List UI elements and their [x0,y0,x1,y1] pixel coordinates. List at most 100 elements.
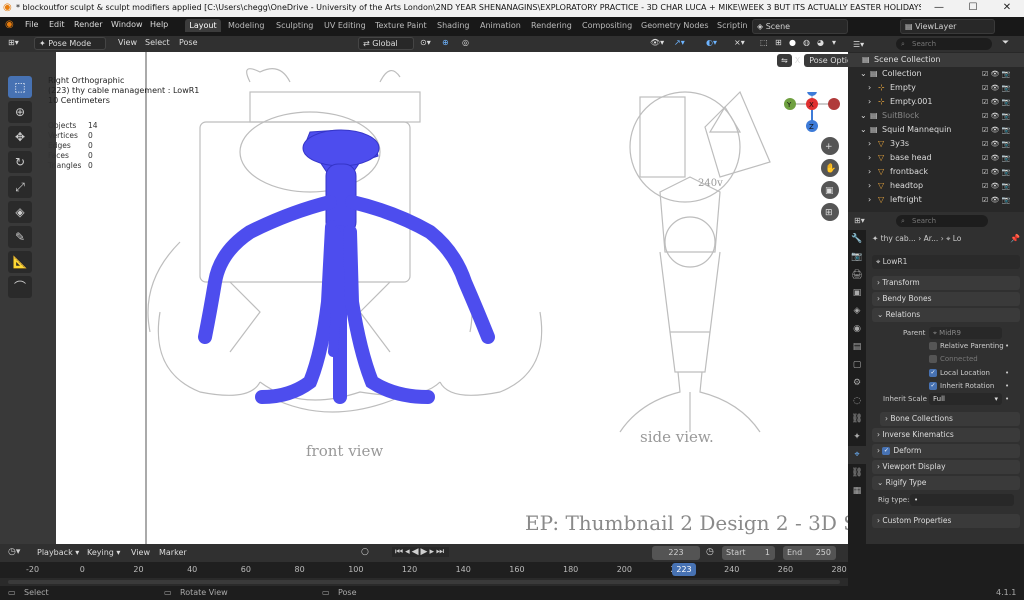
timeline-menu-view[interactable]: View [131,548,150,557]
menu-edit[interactable]: Edit [49,20,65,29]
visibility-toggles-icon[interactable]: ☑ 👁 📷 [982,109,1010,123]
transform-orientation-dropdown[interactable]: ⇄ Global [358,37,414,50]
panel-transform[interactable]: › Transform [872,276,1020,290]
3d-viewport[interactable]: front view side view. EP: Thumbnail 2 De… [0,52,848,544]
measure-tool-icon[interactable]: 📐 [8,251,32,273]
modifiers-tab-icon[interactable]: ⚙ [848,374,866,392]
grid-shading-icon[interactable]: ⊞ [775,38,782,47]
menu-render[interactable]: Render [74,20,102,29]
expand-chevron-icon[interactable]: › [868,137,871,151]
panel-custom-properties[interactable]: › Custom Properties [872,514,1020,528]
expand-chevron-icon[interactable]: › [868,151,871,165]
properties-search-input[interactable]: ⌕ Search [896,215,988,227]
tab-layout[interactable]: Layout [185,19,221,32]
outliner-item[interactable]: ⌄ ▤ Collection ☑ 👁 📷 [848,67,1024,81]
playhead[interactable]: 223 [672,563,696,576]
viewport-menu-view[interactable]: View [118,38,137,47]
outliner-item[interactable]: › ⊹ Empty ☑ 👁 📷 [848,81,1024,95]
menu-help[interactable]: Help [150,20,168,29]
keyframe-dot-icon[interactable]: • [1005,342,1009,350]
panel-bendy-bones[interactable]: › Bendy Bones [872,292,1020,306]
close-button[interactable]: ✕ [990,0,1024,17]
minimize-button[interactable]: — [922,0,956,17]
outliner-search-input[interactable]: ⌕ Search [896,38,992,50]
tab-animation[interactable]: Animation [480,19,521,32]
tab-geometry-nodes[interactable]: Geometry Nodes [641,19,708,32]
snap-icon[interactable]: ⊕ [442,38,449,47]
mode-dropdown[interactable]: ✦ Pose Mode [34,37,106,50]
current-frame-field[interactable]: 223 [652,546,700,560]
move-tool-icon[interactable]: ✥ [8,126,32,148]
data-tab-icon[interactable]: ✦ [848,428,866,446]
shading-options-icon[interactable]: ▾ [832,38,836,47]
timeline-scrollbar[interactable] [8,580,840,584]
visibility-toggles-icon[interactable]: ☑ 👁 📷 [982,67,1010,81]
timeline-menu-marker[interactable]: Marker [159,548,187,557]
rendered-shading-icon[interactable]: ◕ [817,38,824,47]
mirror-x-label[interactable]: X [795,56,800,65]
end-frame-field[interactable]: End 250 [783,546,836,560]
playback-controls[interactable]: ⏮◂◀▶▸⏭ [392,547,450,557]
expand-chevron-icon[interactable]: ⌄ [860,123,867,137]
tab-texture-paint[interactable]: Texture Paint [375,19,427,32]
timeline-editor-icon[interactable]: ◷▾ [8,547,20,557]
keyframe-dot-icon[interactable]: • [1005,395,1009,403]
rig-type-field[interactable]: • [910,494,1014,506]
view-object-types-icon[interactable]: 👁▾ [650,38,664,47]
outliner-item[interactable]: › ▽ leftright ☑ 👁 📷 [848,193,1024,207]
physics-tab-icon[interactable]: ◌ [848,392,866,410]
tool-tab-icon[interactable]: 🔧 [848,230,866,248]
connected-checkbox[interactable]: Connected [929,355,978,363]
visibility-toggles-icon[interactable]: ☑ 👁 📷 [982,165,1010,179]
visibility-toggles-icon[interactable]: ☑ 👁 📷 [982,137,1010,151]
constraints-tab-icon[interactable]: ⛓ [848,410,866,428]
record-icon[interactable]: ○ [361,547,369,557]
visibility-toggles-icon[interactable]: ☑ 👁 📷 [982,123,1010,137]
keyframe-dot-icon[interactable]: • [1005,382,1009,390]
keyframe-dot-icon[interactable]: • [1005,369,1009,377]
filter-icon[interactable]: ⏷ [1002,38,1009,48]
cursor-tool-icon[interactable]: ⊕ [8,101,32,123]
inherit-rotation-checkbox[interactable]: ✓ Inherit Rotation [929,382,994,390]
outliner-item[interactable]: › ▽ headtop ☑ 👁 📷 [848,179,1024,193]
viewport-menu-select[interactable]: Select [145,38,170,47]
visibility-toggles-icon[interactable]: ☑ 👁 📷 [982,193,1010,207]
expand-chevron-icon[interactable]: › [868,95,871,109]
expand-chevron-icon[interactable]: › [868,179,871,193]
transform-tool-icon[interactable]: ◈ [8,201,32,223]
timeline-menu-keying[interactable]: Keying ▾ [87,548,120,557]
start-frame-field[interactable]: Start 1 [722,546,775,560]
visibility-toggles-icon[interactable]: ☑ 👁 📷 [982,95,1010,109]
tab-sculpting[interactable]: Sculpting [276,19,313,32]
xray-icon[interactable]: ⨯▾ [734,38,745,47]
inherit-scale-dropdown[interactable]: Full ▾ [929,393,1002,405]
expand-chevron-icon[interactable]: › [868,81,871,95]
expand-chevron-icon[interactable]: › [868,193,871,207]
panel-inverse-kinematics[interactable]: › Inverse Kinematics [872,428,1020,442]
proportional-edit-icon[interactable]: ◎ [462,38,469,47]
texture-tab-icon[interactable]: ▦ [848,482,866,500]
tab-modeling[interactable]: Modeling [228,19,264,32]
collection-tab-icon[interactable]: ▤ [848,338,866,356]
outliner-item[interactable]: › ▽ 3y3s ☑ 👁 📷 [848,137,1024,151]
pivot-icon[interactable]: ⊙▾ [420,38,431,47]
tab-compositing[interactable]: Compositing [582,19,632,32]
mirror-icon[interactable]: ⇋ [777,54,792,67]
visibility-toggles-icon[interactable]: ☑ 👁 📷 [982,81,1010,95]
relative-parenting-checkbox[interactable]: Relative Parenting [929,342,1004,350]
blender-menu-icon[interactable]: ◉ [5,19,14,30]
timeline-menu-playback[interactable]: Playback ▾ [37,548,79,557]
tab-uv-editing[interactable]: UV Editing [324,19,366,32]
output-tab-icon[interactable]: 🖨 [848,266,866,284]
overlay-toggle-icon[interactable]: ◐▾ [706,38,717,47]
annotate-tool-icon[interactable]: ✎ [8,226,32,248]
viewport-menu-pose[interactable]: Pose [179,38,198,47]
tab-shading[interactable]: Shading [437,19,470,32]
outliner-item[interactable]: › ▽ frontback ☑ 👁 📷 [848,165,1024,179]
panel-bone-collections[interactable]: › Bone Collections [880,412,1020,426]
expand-chevron-icon[interactable]: › [868,165,871,179]
scene-tab-icon[interactable]: ◈ [848,302,866,320]
pin-icon[interactable]: 📌 [1010,234,1020,243]
select-box-tool-icon[interactable]: ⬚ [8,76,32,98]
outliner-item[interactable]: › ▽ base head ☑ 👁 📷 [848,151,1024,165]
